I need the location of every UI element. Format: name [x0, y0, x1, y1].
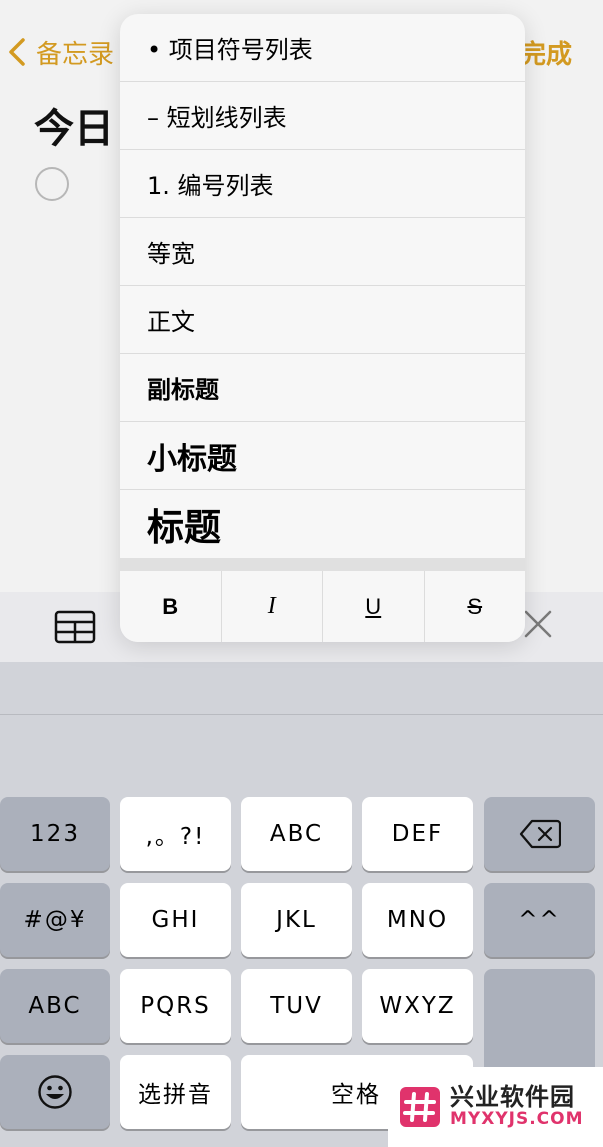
backspace-key[interactable]: [484, 797, 595, 871]
text-style-row: B I U S: [120, 571, 525, 642]
watermark: 兴业软件园 MYXYJS.COM: [388, 1067, 603, 1147]
menu-item-body[interactable]: 正文: [120, 286, 525, 354]
backspace-icon: [519, 819, 561, 849]
back-button-label: 备忘录: [36, 39, 115, 70]
menu-item-title[interactable]: 标题: [120, 490, 525, 558]
table-icon[interactable]: [54, 610, 96, 644]
key-ghi[interactable]: GHI: [120, 883, 231, 957]
menu-item-subheading[interactable]: 副标题: [120, 354, 525, 422]
key-alphabet[interactable]: ABC: [0, 969, 110, 1043]
popover-separator: [120, 558, 525, 571]
checklist-circle[interactable]: [35, 167, 69, 201]
close-icon[interactable]: [522, 608, 554, 640]
key-jkl[interactable]: JKL: [241, 883, 352, 957]
watermark-name: 兴业软件园: [450, 1083, 575, 1112]
done-button[interactable]: 完成: [520, 34, 572, 71]
menu-item-bulleted-list[interactable]: • 项目符号列表: [120, 14, 525, 82]
key-pqrs[interactable]: PQRS: [120, 969, 231, 1043]
chevron-left-icon: [9, 38, 25, 66]
key-symbols[interactable]: #@¥: [0, 883, 110, 957]
emoji-icon: [38, 1075, 72, 1109]
key-tuv[interactable]: TUV: [241, 969, 352, 1043]
strikethrough-button[interactable]: S: [425, 571, 526, 642]
menu-item-heading[interactable]: 小标题: [120, 422, 525, 490]
back-button[interactable]: 备忘录: [6, 30, 114, 74]
key-emoticon[interactable]: ^^: [484, 883, 595, 957]
menu-item-dashed-list[interactable]: – 短划线列表: [120, 82, 525, 150]
key-mno[interactable]: MNO: [362, 883, 473, 957]
menu-item-numbered-list[interactable]: 1. 编号列表: [120, 150, 525, 218]
watermark-url: MYXYJS.COM: [450, 1108, 584, 1129]
italic-button[interactable]: I: [222, 571, 323, 642]
key-abc[interactable]: ABC: [241, 797, 352, 871]
key-wxyz[interactable]: WXYZ: [362, 969, 473, 1043]
key-pinyin-select[interactable]: 选拼音: [120, 1055, 231, 1129]
menu-item-monospaced[interactable]: 等宽: [120, 218, 525, 286]
key-123[interactable]: 123: [0, 797, 110, 871]
candidate-bar-divider: [0, 714, 603, 715]
bold-button[interactable]: B: [120, 571, 222, 642]
emoji-key[interactable]: [0, 1055, 110, 1129]
key-def[interactable]: DEF: [362, 797, 473, 871]
note-title[interactable]: 今日: [34, 96, 114, 154]
watermark-logo-icon: [400, 1087, 440, 1127]
format-popover: • 项目符号列表 – 短划线列表 1. 编号列表 等宽 正文 副标题 小标题 标…: [120, 14, 525, 642]
underline-button[interactable]: U: [323, 571, 425, 642]
key-punctuation[interactable]: ,。?!: [120, 797, 231, 871]
